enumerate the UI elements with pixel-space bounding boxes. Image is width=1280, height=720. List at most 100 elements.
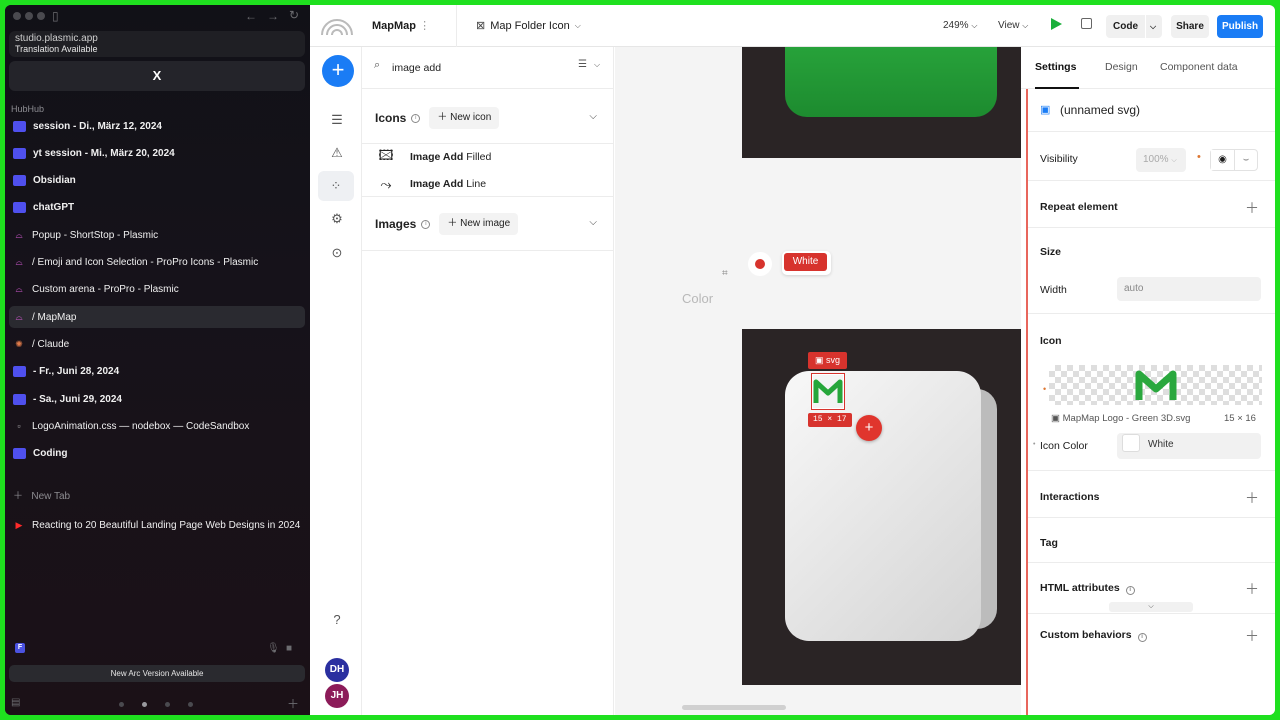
outline-list-icon[interactable]: ☰ <box>328 111 346 129</box>
tab-youtube[interactable]: ▶ Reacting to 20 Beautiful Landing Page … <box>9 514 305 536</box>
icon-result-item[interactable]: 🖾 Image Add Filled <box>362 144 614 170</box>
forward-arrow-icon[interactable]: → <box>267 9 279 23</box>
tab-item[interactable]: - Fr., Juni 28, 2024 <box>9 361 305 383</box>
tab-settings[interactable]: Settings <box>1035 61 1076 73</box>
selection-tag[interactable]: ▣ svg <box>808 352 848 369</box>
new-icon-button[interactable]: ＋ New icon <box>429 107 500 129</box>
help-icon[interactable]: ? <box>328 610 346 628</box>
add-element-button[interactable]: + <box>856 415 882 441</box>
tab-item[interactable]: - Sa., Juni 29, 2024 <box>9 388 305 410</box>
plasmic-logo-icon[interactable] <box>320 16 354 36</box>
pinned-x-tab[interactable]: X <box>9 61 305 91</box>
reload-icon[interactable]: ↻ <box>289 8 299 22</box>
project-menu-icon[interactable]: ⋮ <box>419 20 430 32</box>
info-icon[interactable]: i <box>421 219 431 229</box>
width-field[interactable]: auto <box>1117 277 1261 301</box>
variant-chip[interactable]: White <box>782 251 831 275</box>
icon-color-field[interactable]: White <box>1117 433 1261 459</box>
search-input[interactable] <box>392 59 572 77</box>
info-icon[interactable]: i <box>1125 586 1135 595</box>
add-space-icon[interactable]: ＋ <box>287 695 299 712</box>
info-icon[interactable]: i <box>411 113 421 123</box>
icons-section-header[interactable]: Icons i ＋ New icon ⌵ <box>362 96 614 140</box>
close-window-button[interactable] <box>13 12 21 20</box>
custom-behaviors-label[interactable]: Custom behaviors i <box>1040 629 1147 642</box>
eye-off-icon[interactable]: ⌣ <box>1235 150 1257 170</box>
camera-icon[interactable]: ■ <box>286 643 292 654</box>
tab-item[interactable]: ⌓ / Emoji and Icon Selection - ProPro Ico… <box>9 252 305 274</box>
new-tab-button[interactable]: ＋ New Tab <box>13 487 70 502</box>
zoom-window-button[interactable] <box>37 12 45 20</box>
tab-item[interactable]: ▫ LogoAnimation.css — nodebox — CodeSandb… <box>9 415 305 437</box>
chevron-down-icon[interactable]: ⌵ <box>589 111 597 122</box>
tab-item[interactable]: Obsidian <box>9 170 305 192</box>
archive-icon[interactable]: ▤ <box>11 697 20 708</box>
minimize-window-button[interactable] <box>25 12 33 20</box>
tab-item[interactable]: yt session - Mi., März 20, 2024 <box>9 142 305 164</box>
space-dot[interactable] <box>165 702 170 707</box>
tab-item[interactable]: Coding <box>9 443 305 465</box>
green-folder-shape[interactable] <box>785 47 997 117</box>
insert-plus-button[interactable]: + <box>322 55 354 87</box>
info-icon[interactable]: i <box>1137 633 1147 642</box>
add-attribute-icon[interactable]: ＋ <box>1245 579 1259 599</box>
interactions-label[interactable]: Interactions <box>1040 491 1100 503</box>
add-interaction-icon[interactable]: ＋ <box>1245 488 1259 508</box>
images-section-header[interactable]: Images i ＋ New image ⌵ <box>362 202 614 246</box>
project-name[interactable]: MapMap ⋮ <box>372 19 430 32</box>
icon-preview[interactable] <box>1049 365 1262 405</box>
more-options-icon[interactable]: ⊙ <box>328 244 346 262</box>
component-selector[interactable]: ⊠ Map Folder Icon ⌵ <box>476 19 581 33</box>
visibility-dropdown[interactable]: 100% ⌵ <box>1136 148 1186 172</box>
zoom-selector[interactable]: 249% ⌵ <box>943 20 977 31</box>
icon-result-item[interactable]: ⤳ Image Add Line <box>362 171 614 197</box>
share-button[interactable]: Share <box>1171 15 1209 38</box>
code-button[interactable]: Code ⌵ <box>1106 15 1162 38</box>
space-dot[interactable] <box>119 702 124 707</box>
translation-notice[interactable]: Translation Available <box>15 44 299 55</box>
horizontal-scrollbar[interactable] <box>682 705 786 710</box>
publish-button[interactable]: Publish <box>1217 15 1263 38</box>
repeat-element-label[interactable]: Repeat element <box>1040 201 1118 213</box>
artboard-main[interactable] <box>742 329 1021 685</box>
tab-item[interactable]: ⌓ Custom arena - ProPro - Plasmic <box>9 279 305 301</box>
tab-item[interactable]: session - Di., März 12, 2024 <box>9 115 305 137</box>
eye-icon[interactable]: ◉ <box>1211 150 1235 170</box>
sidebar-toggle-icon[interactable]: ▯ <box>52 9 59 23</box>
space-dot-active[interactable] <box>142 702 147 707</box>
artboard-top[interactable] <box>742 47 1021 158</box>
white-folder-shape[interactable] <box>785 371 981 641</box>
tab-item[interactable]: ⌓ / MapMap <box>9 306 305 329</box>
back-arrow-icon[interactable]: ← <box>245 9 257 23</box>
color-swatch[interactable] <box>1122 434 1140 453</box>
add-behavior-icon[interactable]: ＋ <box>1245 626 1259 646</box>
f-extension-icon[interactable]: F <box>15 643 25 653</box>
avatar[interactable]: DH <box>325 658 349 682</box>
tab-item[interactable]: ⌓ Popup - ShortStop - Plasmic <box>9 224 305 246</box>
components-icon[interactable]: ⁘ <box>318 171 354 201</box>
tab-item[interactable]: ✺ / Claude <box>9 333 305 355</box>
filter-icon[interactable]: ☰ <box>578 59 587 70</box>
icon-file-name[interactable]: ▣ MapMap Logo - Green 3D.svg <box>1051 413 1190 424</box>
microphone-icon[interactable]: 🎙 <box>267 643 280 654</box>
warning-icon[interactable]: ⚠ <box>328 144 346 162</box>
space-dot[interactable] <box>188 702 193 707</box>
record-toggle[interactable] <box>748 252 772 276</box>
avatar[interactable]: JH <box>325 684 349 708</box>
tag-label[interactable]: Tag <box>1040 537 1058 549</box>
tab-design[interactable]: Design <box>1105 61 1138 73</box>
new-image-button[interactable]: ＋ New image <box>439 213 519 235</box>
selected-svg[interactable] <box>812 374 844 409</box>
element-name[interactable]: (unnamed svg) <box>1060 103 1140 117</box>
chevron-down-icon[interactable]: ⌵ <box>594 60 600 70</box>
frame-icon[interactable]: ⌗ <box>722 268 728 279</box>
url-bar[interactable]: studio.plasmic.app Translation Available <box>9 31 305 57</box>
add-repeat-icon[interactable]: ＋ <box>1245 198 1259 218</box>
open-external-icon[interactable] <box>1081 18 1092 29</box>
html-attributes-label[interactable]: HTML attributes i <box>1040 582 1135 595</box>
arc-update-banner[interactable]: New Arc Version Available <box>9 665 305 682</box>
settings-gear-icon[interactable]: ⚙ <box>328 210 346 228</box>
chevron-down-icon[interactable]: ⌵ <box>589 217 597 228</box>
tab-component-data[interactable]: Component data <box>1160 61 1238 73</box>
tab-item[interactable]: chatGPT <box>9 197 305 219</box>
